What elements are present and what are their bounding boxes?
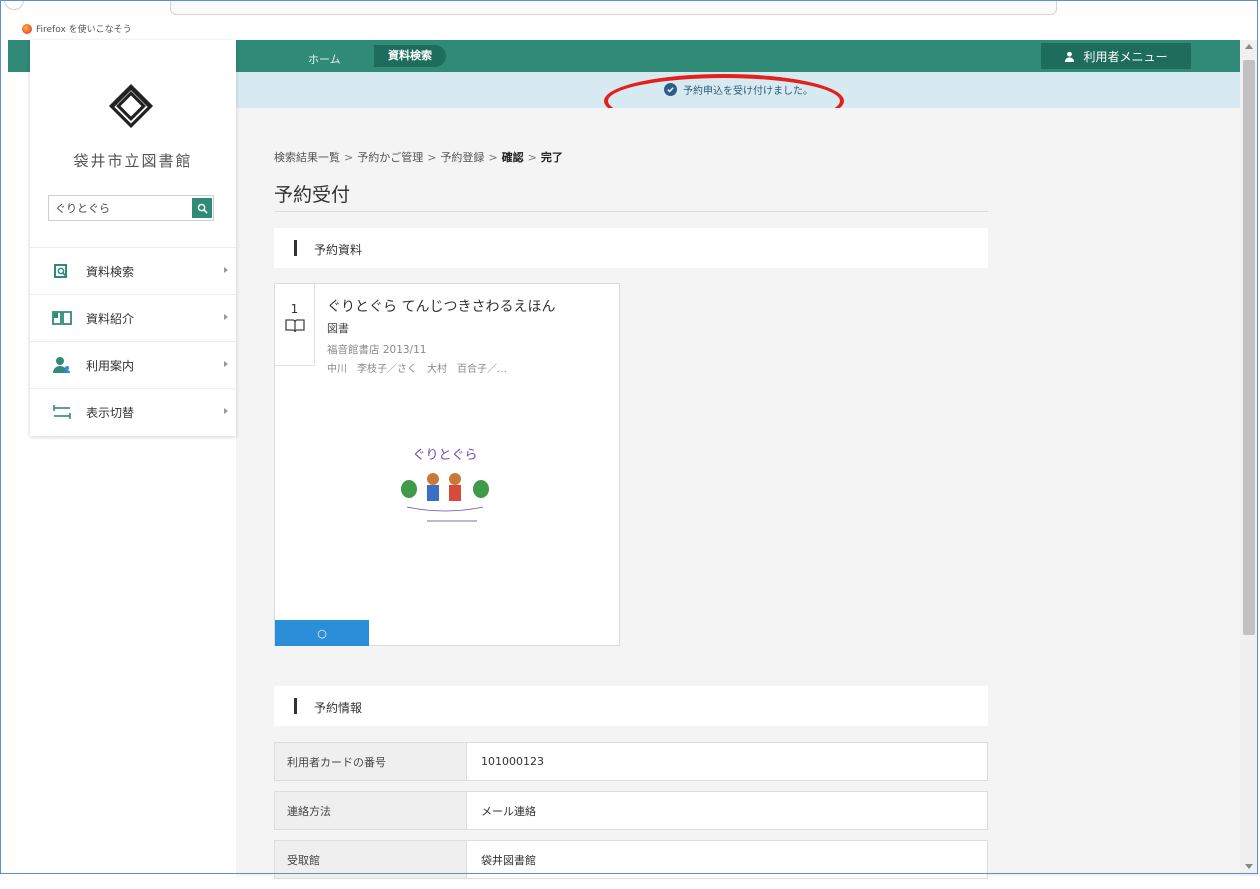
book-authors: 中川 李枝子／さく 大村 百合子／… xyxy=(327,364,507,375)
info-value: メール連絡 xyxy=(481,804,536,818)
sidebar-item-label: 表示切替 xyxy=(86,405,135,420)
section-title: 予約資料 xyxy=(314,243,363,257)
book-type: 図書 xyxy=(327,322,349,335)
breadcrumb-separator: > xyxy=(344,151,354,164)
section-bar xyxy=(294,240,297,256)
breadcrumb-item[interactable]: 予約かご管理 xyxy=(357,151,423,164)
browser-address-bar[interactable] xyxy=(170,0,1057,15)
section-header-info: 予約情報 xyxy=(274,686,988,726)
search-button[interactable] xyxy=(192,198,212,218)
browser-back-button[interactable] xyxy=(4,0,24,10)
sidebar-item-intro[interactable]: 資料紹介 xyxy=(30,294,236,341)
sidebar: 袋井市立図書館 資料検索 資料紹介 利用案内 表示切替 xyxy=(30,40,236,436)
book-number-cell: 1 xyxy=(275,284,315,366)
user-icon xyxy=(1065,51,1075,62)
users-icon xyxy=(52,355,72,375)
title-divider xyxy=(274,211,988,212)
info-row: 受取館 袋井図書館 xyxy=(274,840,988,879)
reserve-status-button[interactable]: ○ xyxy=(275,620,369,646)
search-icon xyxy=(197,203,208,214)
sidebar-search xyxy=(48,195,214,221)
book-publisher: 福音館書店 2013/11 xyxy=(327,344,427,356)
swap-arrows-icon xyxy=(52,402,72,422)
scroll-down-arrow-icon[interactable] xyxy=(1245,864,1253,869)
breadcrumb-item[interactable]: 検索結果一覧 xyxy=(274,151,340,164)
sidebar-item-label: 資料紹介 xyxy=(86,311,135,326)
library-logo-icon xyxy=(108,83,154,129)
scroll-thumb[interactable] xyxy=(1243,60,1255,635)
bookmark-item[interactable]: Firefox を使いこなそう xyxy=(22,22,132,35)
book-title[interactable]: ぐりとぐら てんじつきさわるえほん xyxy=(327,298,612,317)
nav-home-link[interactable]: ホーム xyxy=(308,51,341,67)
page-title: 予約受付 xyxy=(274,184,351,206)
breadcrumb-separator: > xyxy=(427,151,437,164)
info-label: 利用者カードの番号 xyxy=(275,743,467,780)
chevron-right-icon xyxy=(224,361,228,367)
user-menu-button[interactable]: 利用者メニュー xyxy=(1041,43,1191,69)
info-value: 101000123 xyxy=(481,755,544,768)
section-title: 予約情報 xyxy=(314,701,363,715)
breadcrumb-current: 完了 xyxy=(540,151,563,164)
reservation-info-table: 利用者カードの番号 101000123 連絡方法 メール連絡 受取館 袋井図書館 xyxy=(274,742,988,889)
search-input[interactable] xyxy=(55,199,185,217)
book-cover-image: ぐりとぐら xyxy=(393,437,497,537)
sidebar-item-display[interactable]: 表示切替 xyxy=(30,388,236,435)
book-card: 1 ぐりとぐら てんじつきさわるえほん 図書 福音館書店 2013/11 中川 … xyxy=(274,283,620,646)
user-menu-label: 利用者メニュー xyxy=(1083,49,1168,64)
scroll-up-arrow-icon[interactable] xyxy=(1245,44,1253,49)
sidebar-item-label: 利用案内 xyxy=(86,358,135,373)
chevron-right-icon xyxy=(224,267,228,273)
info-label: 受取館 xyxy=(275,841,467,878)
info-value: 袋井図書館 xyxy=(481,853,536,867)
open-book-icon xyxy=(52,308,72,328)
breadcrumb-separator: > xyxy=(527,151,537,164)
chevron-right-icon xyxy=(224,314,228,320)
book-number: 1 xyxy=(290,302,299,316)
section-bar xyxy=(294,698,297,714)
info-label: 連絡方法 xyxy=(275,792,467,829)
breadcrumb-item[interactable]: 予約登録 xyxy=(440,151,484,164)
cover-title: ぐりとぐら xyxy=(412,448,477,463)
firefox-icon xyxy=(22,23,32,34)
sidebar-item-guide[interactable]: 利用案内 xyxy=(30,341,236,388)
chevron-right-icon xyxy=(224,408,228,414)
info-row: 連絡方法 メール連絡 xyxy=(274,791,988,830)
info-row: 利用者カードの番号 101000123 xyxy=(274,742,988,781)
bookmark-label: Firefox を使いこなそう xyxy=(36,25,132,35)
nav-search-tab[interactable]: 資料検索 xyxy=(374,45,446,67)
section-header-material: 予約資料 xyxy=(274,228,988,268)
book-search-icon xyxy=(52,261,72,281)
breadcrumb-item: 確認 xyxy=(501,151,524,164)
book-icon xyxy=(284,319,305,333)
sidebar-item-search[interactable]: 資料検索 xyxy=(30,247,236,294)
page-scrollbar[interactable] xyxy=(1240,40,1258,876)
breadcrumb-separator: > xyxy=(488,151,498,164)
sidebar-item-label: 資料検索 xyxy=(86,264,135,279)
library-name: 袋井市立図書館 xyxy=(73,152,193,170)
breadcrumb: 検索結果一覧 > 予約かご管理 > 予約登録 > 確認 > 完了 xyxy=(274,149,563,165)
browser-toolbar: Firefox を使いこなそう xyxy=(0,0,1260,40)
